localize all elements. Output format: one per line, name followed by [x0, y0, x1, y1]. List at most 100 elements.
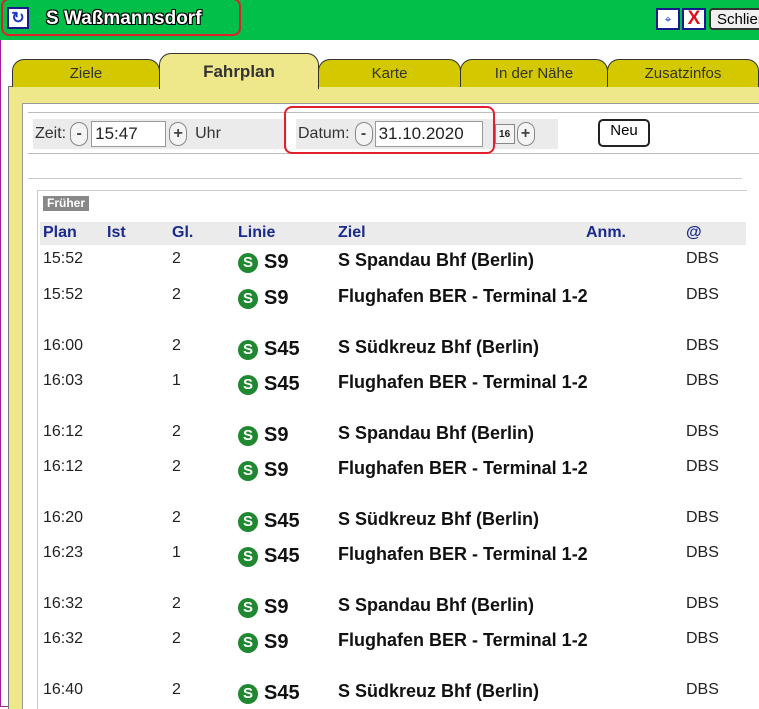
row-plan-time: 15:52: [43, 250, 84, 267]
header-anm: Anm.: [586, 224, 626, 241]
row-destination[interactable]: Flughafen BER - Terminal 1-2: [338, 457, 588, 479]
row-destination[interactable]: S Spandau Bhf (Berlin): [338, 249, 588, 271]
sbahn-icon: S: [238, 374, 258, 395]
row-operator: DBS: [686, 250, 719, 267]
tab-zusatzinfos[interactable]: Zusatzinfos: [607, 59, 759, 87]
row-operator: DBS: [686, 630, 719, 647]
sbahn-icon: S: [238, 546, 258, 567]
sbahn-icon: S: [238, 511, 258, 532]
row-plan-time: 16:12: [43, 458, 84, 475]
row-destination[interactable]: Flughafen BER - Terminal 1-2: [338, 629, 588, 651]
reload-icon[interactable]: ↻: [7, 7, 29, 29]
sbahn-icon: S: [238, 425, 258, 446]
row-plan-time: 16:23: [43, 544, 84, 561]
tab-in-der-naehe[interactable]: In der Nähe: [460, 59, 608, 87]
row-destination[interactable]: Flughafen BER - Terminal 1-2: [338, 543, 588, 565]
sbahn-icon: S: [238, 632, 258, 653]
tab-karte[interactable]: Karte: [318, 59, 461, 87]
row-gleis: 2: [172, 630, 181, 647]
row-line[interactable]: S S45: [238, 373, 300, 396]
row-destination[interactable]: S Südkreuz Bhf (Berlin): [338, 508, 588, 530]
row-gleis: 2: [172, 250, 181, 267]
time-label: Zeit:: [35, 125, 67, 142]
row-plan-time: 16:20: [43, 509, 84, 526]
pin-icon[interactable]: ⌖: [656, 8, 680, 30]
row-gleis: 1: [172, 544, 181, 561]
time-group: Zeit: - + Uhr: [33, 119, 287, 149]
row-line[interactable]: S S9: [238, 631, 288, 654]
row-operator: DBS: [686, 595, 719, 612]
row-line-label: S9: [264, 631, 289, 653]
row-plan-time: 16:32: [43, 630, 84, 647]
row-line[interactable]: S S45: [238, 682, 300, 705]
time-plus-button[interactable]: +: [169, 122, 188, 146]
row-line[interactable]: S S45: [238, 545, 300, 568]
row-line[interactable]: S S9: [238, 424, 288, 447]
row-destination[interactable]: S Spandau Bhf (Berlin): [338, 594, 588, 616]
row-line-label: S45: [264, 682, 300, 704]
time-unit-label: Uhr: [195, 125, 221, 142]
sbahn-icon: S: [238, 460, 258, 481]
header-plan: Plan: [43, 224, 77, 241]
row-operator: DBS: [686, 337, 719, 354]
row-line-label: S9: [264, 287, 289, 309]
row-gleis: 2: [172, 509, 181, 526]
row-operator: DBS: [686, 286, 719, 303]
header-at: @: [686, 224, 702, 241]
sbahn-icon: S: [238, 597, 258, 618]
row-plan-time: 16:40: [43, 681, 84, 698]
sbahn-icon: S: [238, 288, 258, 309]
date-plus-button[interactable]: +: [516, 122, 535, 146]
title-bar: ↻ S Waßmannsdorf ⌖ X Schließen: [0, 0, 759, 40]
row-line-label: S45: [264, 373, 300, 395]
row-operator: DBS: [686, 544, 719, 561]
row-gleis: 2: [172, 286, 181, 303]
date-input[interactable]: [374, 121, 483, 147]
row-line-label: S9: [264, 424, 289, 446]
row-destination[interactable]: Flughafen BER - Terminal 1-2: [338, 285, 588, 307]
sbahn-icon: S: [238, 339, 258, 360]
row-line[interactable]: S S45: [238, 510, 300, 533]
row-destination[interactable]: Flughafen BER - Terminal 1-2: [338, 371, 588, 393]
row-operator: DBS: [686, 372, 719, 389]
divider: [28, 178, 742, 179]
header-ist: Ist: [107, 224, 126, 241]
earlier-button[interactable]: Früher: [43, 196, 90, 211]
station-title: S Waßmannsdorf: [46, 8, 202, 29]
header-gleis: Gl.: [172, 224, 194, 241]
tab-ziele[interactable]: Ziele: [12, 59, 160, 87]
date-group: Datum: - 16 +: [296, 119, 558, 149]
row-line-label: S45: [264, 510, 300, 532]
row-operator: DBS: [686, 458, 719, 475]
row-destination[interactable]: S Spandau Bhf (Berlin): [338, 422, 588, 444]
row-line[interactable]: S S9: [238, 251, 288, 274]
time-minus-button[interactable]: -: [70, 122, 89, 146]
row-gleis: 2: [172, 337, 181, 354]
row-gleis: 1: [172, 372, 181, 389]
row-line[interactable]: S S45: [238, 338, 300, 361]
sbahn-icon: S: [238, 683, 258, 704]
row-line[interactable]: S S9: [238, 596, 288, 619]
row-line-label: S45: [264, 338, 300, 360]
row-line[interactable]: S S9: [238, 459, 288, 482]
row-gleis: 2: [172, 423, 181, 440]
row-operator: DBS: [686, 681, 719, 698]
header-ziel: Ziel: [338, 224, 366, 241]
row-plan-time: 16:32: [43, 595, 84, 612]
neu-button[interactable]: Neu: [598, 119, 650, 147]
row-destination[interactable]: S Südkreuz Bhf (Berlin): [338, 680, 588, 702]
row-destination[interactable]: S Südkreuz Bhf (Berlin): [338, 336, 588, 358]
row-plan-time: 16:00: [43, 337, 84, 354]
close-icon[interactable]: X: [682, 8, 706, 30]
row-gleis: 2: [172, 681, 181, 698]
row-line-label: S9: [264, 459, 289, 481]
time-input[interactable]: [91, 121, 167, 147]
tab-fahrplan[interactable]: Fahrplan: [159, 53, 319, 89]
calendar-icon[interactable]: 16: [494, 124, 515, 144]
date-label: Datum:: [298, 125, 350, 142]
date-minus-button[interactable]: -: [354, 122, 373, 146]
row-line-label: S45: [264, 545, 300, 567]
close-button[interactable]: Schließen: [709, 8, 759, 30]
row-line[interactable]: S S9: [238, 287, 288, 310]
row-gleis: 2: [172, 595, 181, 612]
